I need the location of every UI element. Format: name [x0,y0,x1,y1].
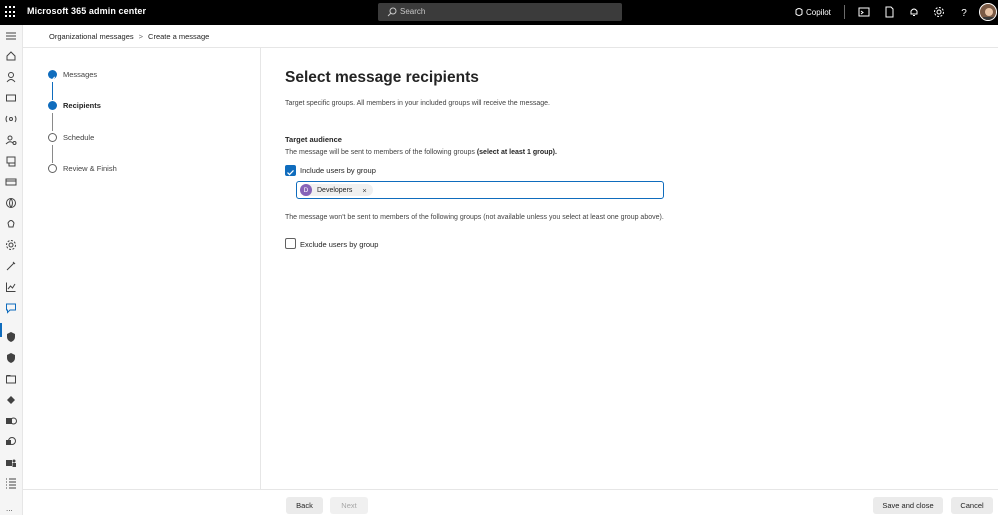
group-name: Developers [317,186,353,194]
compliance-shield-icon[interactable] [5,352,17,364]
copilot-icon [795,8,803,16]
step-connector [52,145,53,163]
security-shield-icon[interactable] [5,331,17,343]
terminal-icon[interactable] [858,6,870,18]
all-admin-centers-icon[interactable] [5,477,17,489]
step-pending-icon [48,164,57,173]
reports-icon[interactable] [5,281,17,293]
app-title[interactable]: Microsoft 365 admin center [27,6,146,16]
step-schedule[interactable]: Schedule [48,132,248,144]
step-connector [52,113,53,131]
support-icon[interactable] [5,218,17,230]
back-button[interactable]: Back [286,497,323,514]
bell-icon[interactable] [908,6,920,18]
include-users-checkbox[interactable] [285,165,296,176]
resources-icon[interactable] [5,155,17,167]
cancel-button[interactable]: Cancel [951,497,993,514]
step-label: Messages [63,70,98,79]
step-connector [52,82,53,100]
azure-icon[interactable] [5,394,17,406]
user-avatar[interactable] [979,3,997,21]
endpoint-icon[interactable] [5,373,17,385]
devices-icon[interactable] [5,92,17,104]
help-icon[interactable]: ? [958,6,970,18]
group-avatar: D [300,184,312,196]
step-pending-icon [48,133,57,142]
exclude-note: The message won't be sent to members of … [285,214,664,221]
breadcrumb-create-message: Create a message [148,32,210,41]
copilot-label: Copilot [806,8,831,17]
page-title: Select message recipients [285,69,479,86]
step-messages[interactable]: Messages [48,69,248,81]
search-icon [387,7,397,17]
breadcrumb-organizational-messages[interactable]: Organizational messages [49,32,134,41]
wizard-steps: Messages Recipients Schedule Review & Fi… [23,48,261,489]
top-bar: Microsoft 365 admin center Search Copilo… [0,0,998,25]
exclude-users-label[interactable]: Exclude users by group [300,240,378,249]
step-label: Review & Finish [63,164,117,173]
broadcast-icon[interactable] [5,113,17,125]
roles-icon[interactable] [5,134,17,146]
step-review-finish[interactable]: Review & Finish [48,163,248,175]
target-audience-text: The message will be sent to members of t… [285,149,475,156]
sharepoint-icon[interactable] [5,436,17,448]
page-description: Target specific groups. All members in y… [285,100,550,107]
billing-icon[interactable] [5,176,17,188]
target-audience-requirement: (select at least 1 group). [476,149,557,156]
step-current-icon [48,101,57,110]
checkmark-icon [287,169,294,176]
divider [844,5,845,19]
rail-active-indicator [0,323,2,337]
remove-group-icon[interactable]: × [362,186,366,195]
search-input[interactable]: Search [400,7,425,16]
step-recipients[interactable]: Recipients [48,100,248,112]
user-icon[interactable] [5,71,17,83]
home-icon[interactable] [5,50,17,62]
step-label: Recipients [63,101,101,110]
search-box[interactable]: Search [378,3,622,21]
nav-rail: ... [0,25,23,515]
app-launcher-icon[interactable] [5,6,17,18]
selected-group-chip: D Developers × [300,184,373,196]
breadcrumb-separator: > [138,32,144,41]
document-icon[interactable] [883,6,895,18]
setup-icon[interactable] [5,260,17,272]
exchange-icon[interactable] [5,415,17,427]
breadcrumb: Organizational messages > Create a message [49,32,209,41]
target-audience-description: The message will be sent to members of t… [285,149,557,156]
next-button[interactable]: Next [330,497,368,514]
footer-divider [23,489,998,490]
step-label: Schedule [63,133,95,142]
save-and-close-button[interactable]: Save and close [873,497,943,514]
svg-text:?: ? [961,8,967,18]
target-audience-title: Target audience [285,135,342,144]
step-complete-check-icon [48,70,57,81]
include-users-label[interactable]: Include users by group [300,166,376,175]
group-picker-input[interactable]: D Developers × [296,181,664,199]
gear-icon[interactable] [933,6,945,18]
globe-icon[interactable] [5,197,17,209]
rail-more-button[interactable]: ... [6,504,13,513]
exclude-users-checkbox[interactable] [285,238,296,249]
settings-icon[interactable] [5,239,17,251]
teams-icon[interactable] [5,457,17,469]
messages-icon[interactable] [5,302,17,314]
hamburger-menu-icon[interactable] [5,30,17,42]
